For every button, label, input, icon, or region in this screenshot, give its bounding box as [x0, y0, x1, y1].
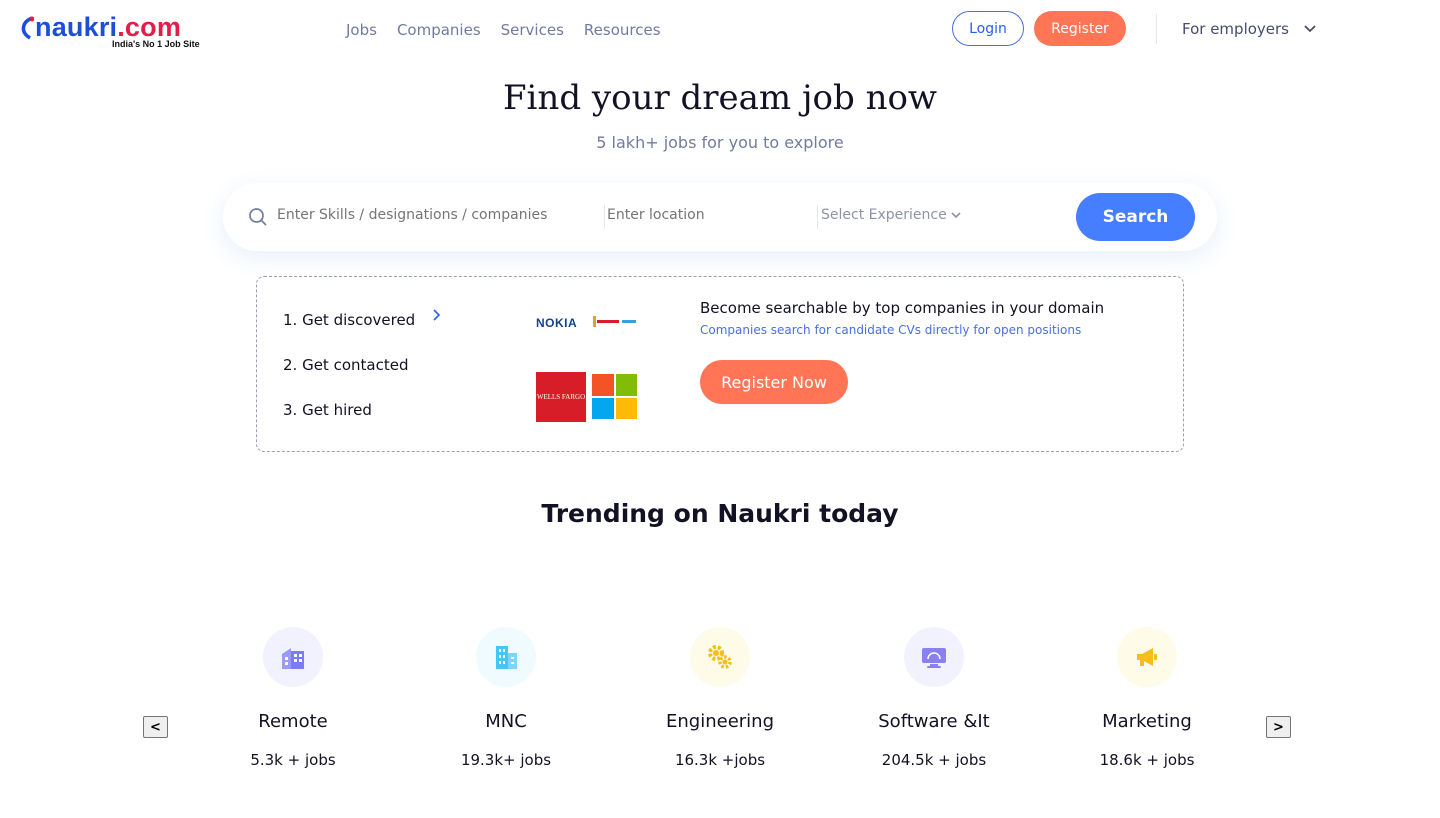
nav-jobs[interactable]: Jobs — [346, 20, 377, 40]
header-divider — [1156, 14, 1157, 44]
category-software-it[interactable]: Software &It 204.5k + jobs — [834, 627, 1034, 769]
building-icon — [282, 648, 304, 669]
chevron-down-icon — [1304, 25, 1316, 33]
main-nav: Jobs Companies Services Resources — [346, 20, 661, 40]
hero-title: Find your dream job now — [502, 78, 938, 118]
megaphone-icon — [1137, 648, 1157, 666]
location-input[interactable] — [607, 207, 807, 223]
category-name: Marketing — [1102, 711, 1192, 732]
promo-title: Become searchable by top companies in yo… — [700, 299, 1105, 317]
chevron-down-icon — [951, 211, 961, 218]
register-promo-card: 1. Get discovered 2. Get contacted 3. Ge… — [256, 276, 1184, 452]
skills-search-input[interactable] — [277, 207, 597, 223]
category-count: 5.3k + jobs — [250, 751, 336, 769]
category-name: Engineering — [666, 711, 774, 732]
trending-title: Trending on Naukri today — [541, 499, 899, 528]
hero-subtitle: 5 lakh+ jobs for you to explore — [596, 133, 844, 152]
step-get-hired[interactable]: 3. Get hired — [283, 401, 372, 419]
carousel-next-button[interactable]: > — [1266, 716, 1291, 738]
company-logos-icon — [593, 316, 636, 327]
category-marketing[interactable]: Marketing 18.6k + jobs — [1047, 627, 1247, 769]
category-icon-circle — [263, 627, 323, 687]
category-name: Software &It — [878, 711, 990, 732]
search-separator — [817, 205, 818, 229]
category-mnc[interactable]: MNC 19.3k+ jobs — [406, 627, 606, 769]
search-button[interactable]: Search — [1076, 193, 1195, 241]
logo-swoosh-icon — [21, 16, 34, 40]
naukri-logo[interactable]: naukri.com India's No 1 Job Site — [21, 12, 212, 50]
microsoft-logo — [592, 374, 637, 419]
logo-name: naukri — [35, 12, 118, 42]
logo-tagline: India's No 1 Job Site — [112, 39, 200, 49]
category-remote[interactable]: Remote 5.3k + jobs — [193, 627, 393, 769]
step-get-discovered[interactable]: 1. Get discovered — [283, 311, 415, 329]
search-bar: Select Experience Search — [223, 183, 1217, 251]
category-icon-circle — [476, 627, 536, 687]
logo-dot-com: .com — [117, 12, 182, 42]
nav-services[interactable]: Services — [501, 20, 564, 40]
monitor-icon — [922, 648, 946, 668]
carousel-prev-button[interactable]: < — [143, 716, 168, 738]
search-icon — [249, 208, 267, 226]
wells-fargo-logo: WELLS FARGO — [536, 372, 586, 422]
chevron-right-icon — [433, 309, 441, 321]
nokia-logo: NOKIA — [536, 316, 578, 330]
category-count: 16.3k +jobs — [674, 751, 766, 769]
register-now-button[interactable]: Register Now — [700, 360, 848, 404]
nav-companies[interactable]: Companies — [397, 20, 481, 40]
experience-label: Select Experience — [821, 207, 947, 223]
gears-icon — [708, 645, 732, 669]
nav-resources[interactable]: Resources — [584, 20, 661, 40]
step-get-contacted[interactable]: 2. Get contacted — [283, 356, 408, 374]
experience-dropdown[interactable]: Select Experience — [821, 207, 961, 223]
category-name: MNC — [485, 711, 527, 732]
search-separator — [604, 205, 605, 229]
for-employers-label: For employers — [1182, 20, 1289, 38]
register-button[interactable]: Register — [1034, 11, 1126, 46]
category-count: 18.6k + jobs — [1099, 751, 1195, 769]
category-icon-circle — [904, 627, 964, 687]
for-employers-dropdown[interactable]: For employers — [1182, 20, 1317, 38]
category-icon-circle — [1117, 627, 1177, 687]
office-tower-icon — [496, 646, 517, 669]
login-button[interactable]: Login — [952, 11, 1024, 46]
category-icon-circle — [690, 627, 750, 687]
category-engineering[interactable]: Engineering 16.3k +jobs — [620, 627, 820, 769]
category-count: 19.3k+ jobs — [460, 751, 552, 769]
category-name: Remote — [258, 711, 328, 732]
category-count: 204.5k + jobs — [881, 751, 987, 769]
promo-subtitle: Companies search for candidate CVs direc… — [700, 323, 1082, 337]
